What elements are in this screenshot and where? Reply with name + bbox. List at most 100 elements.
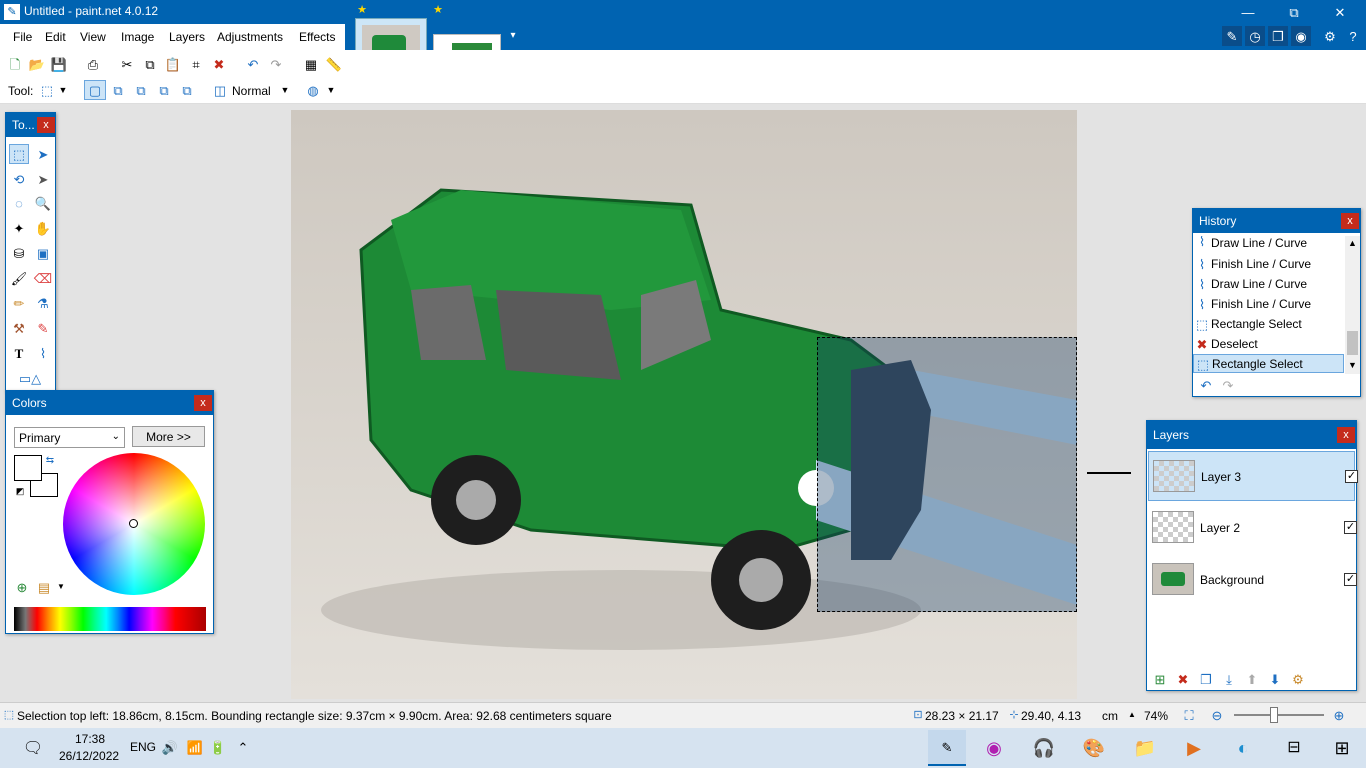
paste-icon[interactable]: 📋 [164,56,182,72]
color-mode-dropdown[interactable]: Primary ⌄ [14,427,125,448]
list-item[interactable]: ⌇ Draw Line / Curve [1193,275,1345,293]
colors-panel-close[interactable]: x [194,395,212,411]
recolor-icon[interactable]: ✎ [33,318,53,338]
redo-icon[interactable]: ↷ [267,56,285,72]
clock-time[interactable]: 17:38 [75,732,105,746]
menu-view[interactable]: View [80,30,106,44]
chevron-down-icon[interactable]: ▼ [280,82,290,98]
line-curve-icon[interactable]: ⌇ [33,343,53,363]
taskbar-paint-icon[interactable]: 🎨 [1080,734,1108,762]
help-icon[interactable]: ? [1343,26,1363,46]
units-selector[interactable]: cm [1102,709,1118,723]
zoom-to-window-icon[interactable]: ⛶ [1180,707,1198,723]
add-palette-color-icon[interactable]: ⊕ [14,579,30,595]
eraser-icon[interactable]: ⌫ [33,268,53,288]
paintbrush-icon[interactable]: 🖌 [9,268,29,288]
ellipse-select-icon[interactable]: ◌ [9,193,29,213]
save-icon[interactable]: 💾 [50,56,68,72]
zoom-out-icon[interactable]: ⊖ [1208,707,1226,723]
layer-visibility-checkbox[interactable]: ✓ [1345,470,1358,483]
chevron-down-icon[interactable]: ▼ [58,82,68,98]
chevron-down-icon[interactable]: ▼ [326,82,336,98]
menu-image[interactable]: Image [121,30,154,44]
history-toggle-icon[interactable]: ◷ [1245,26,1265,46]
zoom-in-icon[interactable]: ⊕ [1330,707,1348,723]
undo-icon[interactable]: ↶ [1197,377,1215,393]
zoom-icon[interactable]: 🔍 [33,193,53,213]
scroll-down-icon[interactable]: ▼ [1347,360,1358,371]
layer-row-layer-2[interactable]: Layer 2 ✓ [1148,503,1357,553]
maximize-button[interactable]: ⧉ [1271,0,1317,24]
rectangle-select-icon[interactable]: ⬚ [38,82,56,98]
history-scrollbar[interactable]: ▲ ▼ [1345,236,1360,374]
palette-menu-icon[interactable]: ▤ [36,579,52,595]
chevron-down-icon[interactable]: ▼ [56,581,66,593]
delete-layer-icon[interactable]: ✖ [1174,671,1192,687]
task-view-icon[interactable]: ⊟ [1280,734,1308,762]
move-layer-down-icon[interactable]: ⬇ [1266,671,1284,687]
rectangle-select-tool-icon[interactable]: ⬚ [9,144,29,164]
list-item[interactable]: ⌇ Finish Line / Curve [1193,295,1345,313]
scroll-up-icon[interactable]: ▲ [1347,238,1358,249]
list-item[interactable]: ✖ Deselect [1193,335,1345,353]
undo-icon[interactable]: ↶ [244,56,262,72]
clock-date[interactable]: 26/12/2022 [59,749,119,763]
selection-mode-invert-icon[interactable]: ⧉ [177,82,197,98]
taskbar-audio-icon[interactable]: 🎧 [1030,734,1058,762]
taskbar-file-explorer-icon[interactable]: 📁 [1131,734,1159,762]
move-selected-icon[interactable]: ➤ [33,144,53,164]
selection-mode-union-icon[interactable]: ⧉ [108,82,128,98]
cut-icon[interactable]: ✂ [118,56,136,72]
color-picker-icon[interactable]: ⚗ [33,293,53,313]
more-colors-button[interactable]: More >> [132,426,205,447]
taskbar-media-player-icon[interactable]: ▶ [1180,734,1208,762]
history-panel-close[interactable]: x [1341,213,1359,229]
crop-icon[interactable]: ⌗ [187,56,205,72]
deselect-icon[interactable]: ✖ [210,56,228,72]
blend-mode-dropdown[interactable]: Normal [232,84,271,98]
selection-mode-exclude-icon[interactable]: ⧉ [131,82,151,98]
selection-rectangle[interactable] [817,337,1077,612]
chevron-down-icon[interactable]: ▾ [507,30,519,42]
volume-icon[interactable]: 🔊 [162,739,178,755]
layer-row-background[interactable]: Background ✓ [1148,555,1357,605]
gradient-icon[interactable]: ▣ [33,243,53,263]
add-layer-icon[interactable]: ⊞ [1151,671,1169,687]
colors-toggle-icon[interactable]: ◉ [1291,26,1311,46]
gear-icon[interactable]: ⚙ [1320,26,1340,46]
notification-icon[interactable]: 🗨 [22,738,44,760]
list-item[interactable]: ⬚ Rectangle Select [1193,315,1345,333]
close-button[interactable]: ✕ [1317,0,1363,24]
paint-bucket-icon[interactable]: ⛁ [9,243,29,263]
print-icon[interactable]: ⎙ [84,56,102,72]
taskbar-paintnet-icon[interactable]: ✎ [928,730,966,766]
menu-layers[interactable]: Layers [169,30,205,44]
lasso-icon[interactable]: ⟲ [9,169,29,189]
tools-panel-close[interactable]: x [37,117,55,133]
menu-effects[interactable]: Effects [299,30,335,44]
reset-colors-icon[interactable]: ◩ [14,485,26,497]
chevron-up-icon[interactable]: ▲ [1127,709,1137,721]
antialias-icon[interactable]: ◍ [304,82,322,98]
grid-icon[interactable]: ▦ [302,56,320,72]
clone-stamp-icon[interactable]: ⚒ [9,318,29,338]
move-layer-up-icon[interactable]: ⬆ [1243,671,1261,687]
language-indicator[interactable]: ENG [130,740,156,754]
duplicate-layer-icon[interactable]: ❐ [1197,671,1215,687]
move-selection-icon[interactable]: ➤ [33,169,53,189]
selection-mode-replace-icon[interactable]: ▢ [84,80,106,100]
layer-row-layer-3[interactable]: Layer 3 ✓ [1148,451,1358,501]
swap-colors-icon[interactable]: ⇆ [44,455,56,467]
zoom-slider[interactable] [1234,714,1324,716]
open-file-icon[interactable]: 📂 [28,56,46,72]
menu-adjustments[interactable]: Adjustments [217,30,283,44]
battery-icon[interactable]: 🔋 [210,739,226,755]
new-file-icon[interactable]: 🗋 [6,56,24,72]
merge-layer-down-icon[interactable]: ⤓ [1220,671,1238,687]
pencil-icon[interactable]: ✏ [9,293,29,313]
start-button-icon[interactable]: ⊞ [1328,734,1356,762]
color-wheel-cursor[interactable] [129,519,138,528]
zoom-level[interactable]: 74% [1144,709,1168,723]
layers-toggle-icon[interactable]: ❐ [1268,26,1288,46]
selection-mode-intersect-icon[interactable]: ⧉ [154,82,174,98]
